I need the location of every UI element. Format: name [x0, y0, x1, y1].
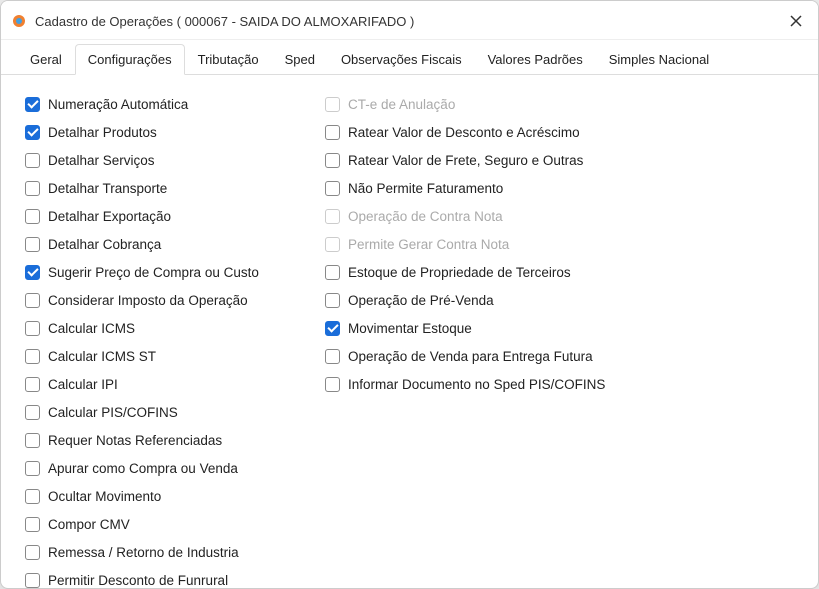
checkbox-detalhar-transporte[interactable] — [25, 181, 40, 196]
label-detalhar-servicos: Detalhar Serviços — [48, 153, 155, 168]
checkbox-considerar-imposto[interactable] — [25, 293, 40, 308]
checkbox-detalhar-produtos[interactable] — [25, 125, 40, 140]
close-icon[interactable] — [784, 9, 808, 33]
checkbox-ocultar-mov[interactable] — [25, 489, 40, 504]
label-op-contra-nota: Operação de Contra Nota — [348, 209, 503, 224]
left-column: Numeração Automática Detalhar Produtos D… — [25, 93, 325, 589]
checkbox-requer-notas[interactable] — [25, 433, 40, 448]
label-op-entrega-futura: Operação de Venda para Entrega Futura — [348, 349, 593, 364]
tab-tributacao[interactable]: Tributação — [185, 44, 272, 74]
label-mov-estoque: Movimentar Estoque — [348, 321, 472, 336]
checkbox-op-prevenda[interactable] — [325, 293, 340, 308]
label-detalhar-cobranca: Detalhar Cobrança — [48, 237, 161, 252]
operations-window: Cadastro de Operações ( 000067 - SAIDA D… — [0, 0, 819, 589]
checkbox-detalhar-servicos[interactable] — [25, 153, 40, 168]
checkbox-detalhar-cobranca[interactable] — [25, 237, 40, 252]
checkbox-ratear-frete[interactable] — [325, 153, 340, 168]
right-column: CT-e de Anulação Ratear Valor de Descont… — [325, 93, 794, 589]
checkbox-mov-estoque[interactable] — [325, 321, 340, 336]
label-numeracao: Numeração Automática — [48, 97, 188, 112]
tab-observacoes[interactable]: Observações Fiscais — [328, 44, 475, 74]
label-informar-sped: Informar Documento no Sped PIS/COFINS — [348, 377, 605, 392]
checkbox-compor-cmv[interactable] — [25, 517, 40, 532]
label-cte-anulacao: CT-e de Anulação — [348, 97, 455, 112]
tab-sped[interactable]: Sped — [272, 44, 328, 74]
checkbox-calcular-pis[interactable] — [25, 405, 40, 420]
label-calcular-icms: Calcular ICMS — [48, 321, 135, 336]
checkbox-op-contra-nota — [325, 209, 340, 224]
checkbox-calcular-icms-st[interactable] — [25, 349, 40, 364]
label-nao-faturamento: Não Permite Faturamento — [348, 181, 503, 196]
label-calcular-icms-st: Calcular ICMS ST — [48, 349, 156, 364]
checkbox-calcular-icms[interactable] — [25, 321, 40, 336]
label-compor-cmv: Compor CMV — [48, 517, 130, 532]
label-ratear-desconto: Ratear Valor de Desconto e Acréscimo — [348, 125, 580, 140]
checkbox-ratear-desconto[interactable] — [325, 125, 340, 140]
checkbox-calcular-ipi[interactable] — [25, 377, 40, 392]
label-estoque-terceiros: Estoque de Propriedade de Terceiros — [348, 265, 571, 280]
label-ratear-frete: Ratear Valor de Frete, Seguro e Outras — [348, 153, 583, 168]
checkbox-op-entrega-futura[interactable] — [325, 349, 340, 364]
content-area: Numeração Automática Detalhar Produtos D… — [1, 75, 818, 589]
label-considerar-imposto: Considerar Imposto da Operação — [48, 293, 248, 308]
checkbox-informar-sped[interactable] — [325, 377, 340, 392]
tab-geral[interactable]: Geral — [17, 44, 75, 74]
titlebar: Cadastro de Operações ( 000067 - SAIDA D… — [1, 1, 818, 40]
label-requer-notas: Requer Notas Referenciadas — [48, 433, 222, 448]
label-detalhar-produtos: Detalhar Produtos — [48, 125, 157, 140]
checkbox-sugerir-preco[interactable] — [25, 265, 40, 280]
label-remessa: Remessa / Retorno de Industria — [48, 545, 239, 560]
checkbox-estoque-terceiros[interactable] — [325, 265, 340, 280]
tab-valores[interactable]: Valores Padrões — [475, 44, 596, 74]
tab-simples[interactable]: Simples Nacional — [596, 44, 722, 74]
app-icon — [11, 13, 27, 29]
label-detalhar-exportacao: Detalhar Exportação — [48, 209, 171, 224]
label-detalhar-transporte: Detalhar Transporte — [48, 181, 167, 196]
checkbox-permitir-desconto[interactable] — [25, 573, 40, 588]
label-ocultar-mov: Ocultar Movimento — [48, 489, 161, 504]
checkbox-remessa[interactable] — [25, 545, 40, 560]
checkbox-detalhar-exportacao[interactable] — [25, 209, 40, 224]
label-calcular-pis: Calcular PIS/COFINS — [48, 405, 178, 420]
label-apurar-compra: Apurar como Compra ou Venda — [48, 461, 238, 476]
checkbox-cte-anulacao — [325, 97, 340, 112]
label-op-prevenda: Operação de Pré-Venda — [348, 293, 494, 308]
label-calcular-ipi: Calcular IPI — [48, 377, 118, 392]
checkbox-nao-faturamento[interactable] — [325, 181, 340, 196]
tab-configuracoes[interactable]: Configurações — [75, 44, 185, 75]
checkbox-permite-contra — [325, 237, 340, 252]
label-permitir-desconto: Permitir Desconto de Funrural — [48, 573, 228, 588]
checkbox-apurar-compra[interactable] — [25, 461, 40, 476]
label-permite-contra: Permite Gerar Contra Nota — [348, 237, 509, 252]
checkbox-numeracao[interactable] — [25, 97, 40, 112]
tab-bar: Geral Configurações Tributação Sped Obse… — [1, 40, 818, 75]
window-title: Cadastro de Operações ( 000067 - SAIDA D… — [35, 14, 784, 29]
label-sugerir-preco: Sugerir Preço de Compra ou Custo — [48, 265, 259, 280]
